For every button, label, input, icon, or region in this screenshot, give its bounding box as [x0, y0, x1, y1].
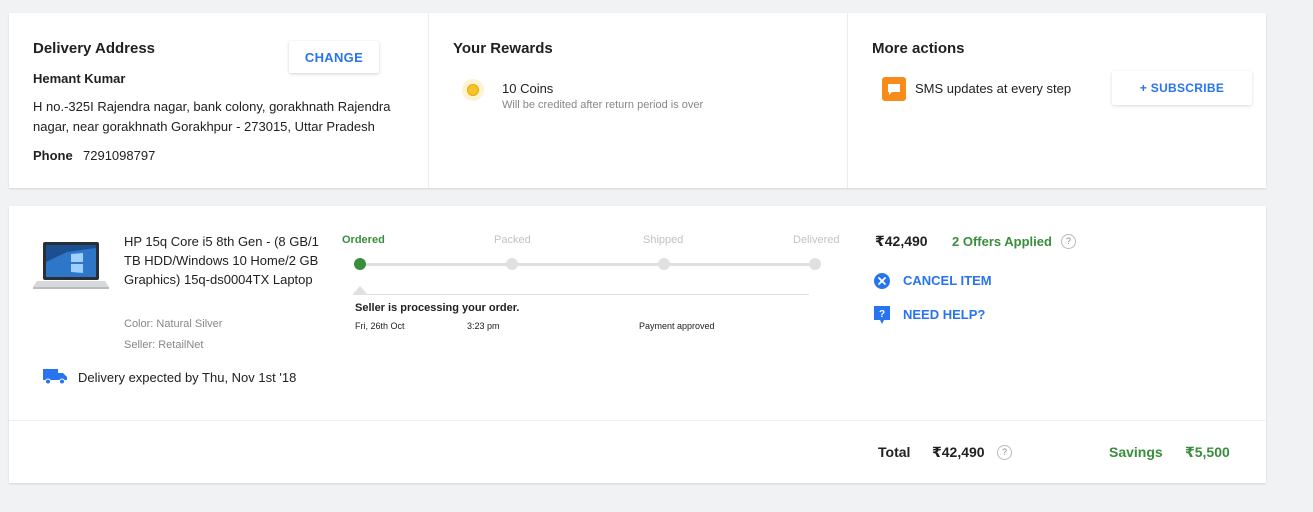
total-value: ₹42,490	[932, 444, 985, 460]
phone-label: Phone	[33, 148, 73, 163]
truck-icon	[43, 369, 67, 385]
customer-name: Hemant Kumar	[33, 71, 126, 86]
step-ordered-dot	[354, 258, 366, 270]
svg-text:?: ?	[879, 309, 885, 320]
step-shipped-dot	[658, 258, 670, 270]
phone-number: 7291098797	[83, 148, 156, 163]
step-packed-dot	[506, 258, 518, 270]
help-icon[interactable]: ?	[874, 306, 890, 324]
summary-divider	[9, 420, 1266, 421]
tracking-pointer	[353, 286, 367, 294]
cancel-item-link[interactable]: CANCEL ITEM	[903, 273, 992, 288]
step-packed-label: Packed	[494, 234, 531, 246]
product-seller: Seller: RetailNet	[124, 339, 204, 351]
savings-label: Savings	[1109, 444, 1163, 460]
tracking-status: Payment approved	[639, 321, 715, 331]
tracking-progress-line	[360, 263, 815, 266]
coins-note: Will be credited after return period is …	[502, 99, 704, 111]
delivery-address-text: H no.-325I Rajendra nagar, bank colony, …	[33, 99, 391, 134]
rewards-section: Your Rewards 10 Coins Will be credited a…	[428, 13, 848, 188]
step-delivered-label: Delivered	[793, 234, 840, 246]
tracking-divider	[353, 294, 809, 295]
coins-amount: 10 Coins	[502, 81, 554, 96]
tracking-date: Fri, 26th Oct	[355, 321, 405, 331]
product-title[interactable]: HP 15q Core i5 8th Gen - (8 GB/1 TB HDD/…	[124, 232, 329, 289]
step-ordered-label: Ordered	[342, 234, 385, 246]
step-shipped-label: Shipped	[643, 234, 684, 246]
cancel-icon[interactable]	[874, 273, 890, 289]
total-label: Total	[878, 444, 911, 460]
rewards-title: Your Rewards	[453, 40, 553, 57]
change-address-button[interactable]: CHANGE	[289, 41, 379, 73]
delivery-address-title: Delivery Address	[33, 40, 156, 57]
tracking-message: Seller is processing your order.	[355, 302, 520, 314]
step-delivered-dot	[809, 258, 821, 270]
offers-applied-text[interactable]: 2 Offers Applied	[952, 234, 1052, 249]
more-actions-section: More actions SMS updates at every step +…	[847, 13, 1267, 188]
sms-updates-text: SMS updates at every step	[915, 81, 1072, 96]
savings-value: ₹5,500	[1185, 444, 1230, 460]
subscribe-button[interactable]: + SUBSCRIBE	[1112, 71, 1252, 105]
more-actions-title: More actions	[872, 40, 965, 57]
delivery-address-section: Delivery Address CHANGE Hemant Kumar H n…	[9, 13, 428, 188]
delivery-expected-text: Delivery expected by Thu, Nov 1st '18	[78, 370, 297, 385]
need-help-link[interactable]: NEED HELP?	[903, 307, 985, 322]
item-price: ₹42,490	[875, 233, 928, 249]
total-help-icon[interactable]: ?	[997, 445, 1012, 460]
coin-icon	[462, 79, 484, 101]
product-color: Color: Natural Silver	[124, 318, 223, 330]
summary-card: Delivery Address CHANGE Hemant Kumar H n…	[9, 13, 1266, 188]
offers-help-icon[interactable]: ?	[1061, 234, 1076, 249]
sms-icon	[882, 77, 906, 101]
laptop-image[interactable]	[33, 240, 109, 292]
tracking-time: 3:23 pm	[467, 321, 500, 331]
order-item-card: HP 15q Core i5 8th Gen - (8 GB/1 TB HDD/…	[9, 206, 1266, 483]
